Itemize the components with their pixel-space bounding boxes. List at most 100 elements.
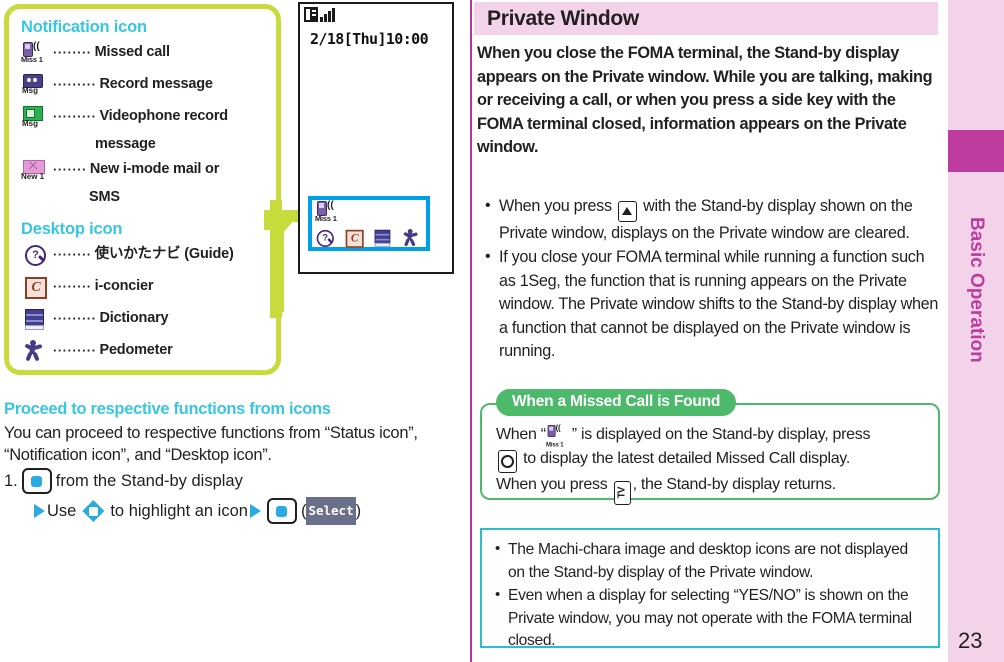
pedometer-icon [19, 340, 53, 368]
dictionary-icon [19, 308, 53, 336]
desktop-icon-heading: Desktop icon [21, 220, 123, 238]
legend-row: C ········ i-concier [19, 276, 266, 304]
leader-dots: ········ [53, 45, 92, 60]
phone-icon-highlight-area[interactable]: (( Miss 1 ? C [308, 196, 430, 251]
videophone-record-icon: Msg [19, 106, 53, 134]
guide-icon: ? [19, 244, 53, 272]
page-title: Private Window [487, 6, 639, 30]
section-tab-label: Basic Operation [948, 175, 1004, 405]
right-column: Private Window When you close the FOMA t… [474, 0, 948, 662]
phone-datetime: 2/18[Thu]10:00 [310, 30, 429, 48]
icon-legend-content: Notification icon (( Miss 1 ········ Mis… [9, 9, 276, 368]
legend-label: Pedometer [99, 342, 173, 358]
legend-row: New 1 ······· New i-mode mail or [19, 159, 266, 187]
list-item: The Machi-chara image and desktop icons … [494, 538, 926, 584]
leader-dots: ········· [53, 311, 97, 326]
missed-call-icon-caption: Miss 1 [21, 55, 43, 64]
note-box: The Machi-chara image and desktop icons … [480, 528, 940, 649]
missed-call-callout-body: When “ (( Miss 1 ” is displayed on the S… [496, 423, 930, 505]
dictionary-icon[interactable] [373, 229, 391, 247]
record-message-icon: Msg [19, 74, 53, 102]
videophone-record-icon-caption: Msg [22, 119, 38, 128]
pedometer-icon[interactable] [402, 228, 418, 247]
center-key-icon[interactable] [21, 468, 52, 494]
step-1-number: 1. [4, 472, 18, 490]
proceed-section: Proceed to respective functions from ico… [4, 400, 454, 525]
legend-label-continuation: message [95, 136, 156, 152]
private-window-intro: When you close the FOMA terminal, the St… [477, 44, 933, 156]
legend-row: Msg ········· Videophone record [19, 106, 266, 134]
arrow-right-icon [34, 504, 45, 518]
leader-dots: ········· [53, 343, 97, 358]
select-softkey-label[interactable]: Select [306, 497, 356, 525]
private-window-bullet-list: When you press with the Stand-by display… [484, 194, 940, 365]
callout-line3-post: , the Stand-by display returns. [632, 476, 837, 493]
leader-dots: ········ [53, 247, 92, 262]
legend-row: (( Miss 1 ········ Missed call [19, 42, 266, 70]
leader-dots: ······· [53, 162, 87, 177]
legend-label: Record message [99, 76, 213, 92]
private-window-title-band: Private Window [474, 2, 938, 35]
step-1-text: from the Stand-by display [55, 472, 243, 490]
step-1: 1. from the Stand-by display [4, 468, 454, 494]
callout-line2: to display the latest detailed Missed Ca… [523, 450, 850, 467]
notification-icon-heading: Notification icon [21, 18, 147, 36]
step-2-use-label: Use [47, 502, 77, 520]
record-message-icon-caption: Msg [22, 86, 38, 95]
bullet-2-text: If you close your FOMA terminal while ru… [499, 248, 939, 360]
legend-label: Dictionary [99, 310, 169, 326]
left-column: Notification icon (( Miss 1 ········ Mis… [0, 0, 468, 662]
callout-line1-pre: When “ [496, 426, 546, 443]
arrow-right-icon [249, 504, 261, 518]
section-tab-active-marker[interactable] [948, 130, 1004, 172]
step-2-text: to highlight an icon [110, 502, 248, 520]
list-item: Even when a display for selecting “YES/N… [494, 584, 926, 653]
up-side-key-icon[interactable] [617, 200, 637, 222]
missed-call-callout-tab: When a Missed Call is Found [496, 389, 737, 416]
missed-call-icon: (( Miss 1 [21, 41, 43, 65]
phone-missed-call-icon[interactable]: (( Miss 1 [315, 201, 349, 225]
list-item: If you close your FOMA terminal while ru… [484, 245, 940, 364]
legend-label: Missed call [94, 44, 170, 60]
legend-row: ········· Pedometer [19, 340, 266, 368]
new-mail-icon: New 1 [19, 159, 53, 187]
column-divider [470, 0, 472, 662]
phone-screen-mockup: 2/18[Thu]10:00 (( Miss 1 ? C [298, 2, 454, 274]
clear-key-icon[interactable]: TV [613, 481, 631, 505]
legend-label: 使いかたナビ (Guide) [94, 246, 234, 262]
icon-legend-box: Notification icon (( Miss 1 ········ Mis… [4, 4, 281, 375]
missed-call-icon-caption: Miss 1 [545, 441, 564, 449]
missed-call-icon: (( Miss 1 [546, 425, 572, 449]
page-number: 23 [958, 628, 983, 653]
phone-missed-call-caption: Miss 1 [315, 214, 337, 223]
phone-status-bar-icon [304, 7, 340, 23]
legend-row: ········· Dictionary [19, 308, 266, 336]
i-concier-icon[interactable]: C [344, 229, 364, 248]
section-tab-label-text: Basic Operation [966, 217, 987, 363]
list-item: When you press with the Stand-by display… [484, 194, 940, 245]
legend-label: Videophone record [99, 108, 228, 124]
proceed-heading: Proceed to respective functions from ico… [4, 400, 331, 418]
i-concier-icon: C [19, 276, 53, 304]
phone-desktop-icon-dock[interactable]: ? C [315, 227, 427, 249]
legend-row: Msg ········· Record message [19, 74, 266, 102]
leader-dots: ········· [53, 77, 97, 92]
callout-line3-pre: When you press [496, 476, 608, 493]
guide-icon[interactable]: ? [315, 229, 334, 247]
legend-row: ? ········ 使いかたナビ (Guide) [19, 244, 266, 272]
bullet-1-pre: When you press [499, 197, 612, 215]
new-mail-icon-caption: New 1 [21, 172, 45, 181]
legend-label-continuation: SMS [89, 189, 120, 205]
side-key-icon[interactable] [498, 450, 517, 473]
callout-line1-post: ” is displayed on the Stand-by display, … [571, 426, 871, 443]
leader-dots: ········· [53, 109, 97, 124]
step-2: Use to highlight an icon ( Select ) [32, 497, 454, 525]
missed-call-callout-box: When “ (( Miss 1 ” is displayed on the S… [480, 403, 940, 505]
center-key-icon[interactable] [266, 498, 297, 524]
navigation-key-icon[interactable] [80, 499, 106, 523]
legend-label: New i-mode mail or [89, 161, 220, 177]
legend-label: i-concier [94, 278, 154, 294]
proceed-body: You can proceed to respective functions … [4, 424, 418, 464]
leader-dots: ········ [53, 279, 92, 294]
step-2-paren-close: ) [355, 502, 362, 520]
